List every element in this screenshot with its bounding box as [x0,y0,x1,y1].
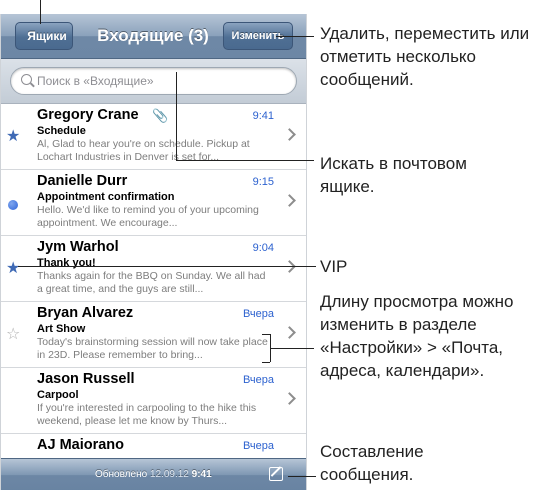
callout-compose: Составление сообщения. [320,442,424,484]
updated-time: 9:41 [191,469,212,480]
message-time: 9:15 [252,176,274,188]
callout-line-compose [288,476,316,477]
vip-star-icon: ★ [6,128,21,145]
chevron-right-icon [283,326,296,339]
message-sender: Bryan Alvarez [37,305,134,321]
attachment-icon: 📎 [152,108,169,123]
callout-edit: Удалить, переместить или отметить нескол… [320,24,530,89]
message-preview: If you're interested in carpooling to th… [37,402,257,427]
message-subject: Carpool [37,389,79,401]
message-subject: Art Show [37,323,86,335]
compose-icon[interactable] [269,467,283,481]
updated-status: Обновлено 12.09.12 9:41 [95,459,212,490]
back-button-label: Ящики [27,29,67,43]
message-time: 9:41 [252,110,274,122]
callout-search: Искать в почтовом ящике. [320,154,467,196]
page-title: Входящие (3) [97,26,209,45]
mailboxes-back-button[interactable]: Ящики [15,22,73,50]
message-row-4[interactable]: Jason Russell Вчера Carpool If you're in… [1,368,306,434]
chevron-right-icon [283,392,296,405]
callout-line-vip [18,266,316,267]
message-sender: AJ Maiorano [37,437,125,453]
message-sender: Jym Warhol [37,239,119,255]
message-preview: Thanks again for the BBQ on Sunday. We a… [37,270,266,295]
message-time: Вчера [242,308,274,320]
chevron-right-icon [283,194,296,207]
message-time: Вчера [242,440,274,452]
search-placeholder: Поиск в «Входящие» [37,74,154,88]
message-preview: Today's brainstorming session will now t… [37,336,268,361]
callout-line-search-h [176,160,314,161]
callout-vip: VIP [320,257,348,276]
callout-line-search-v [176,72,177,160]
message-sender: Jason Russell [37,371,135,387]
unread-dot-icon [8,200,18,210]
message-row-3[interactable]: ☆ Bryan Alvarez Вчера Art Show Today's b… [1,302,306,368]
chevron-right-icon [283,128,296,141]
search-bar: Поиск в «Входящие» [1,59,306,104]
search-input[interactable]: Поиск в «Входящие» [10,67,297,95]
message-preview: Hello. We'd like to remind you of your u… [37,204,259,229]
updated-label: Обновлено [95,469,148,480]
mail-inbox-screen: Ящики Входящие (3) Изменить Поиск в «Вхо… [0,14,307,490]
message-sender: Danielle Durr [37,173,128,189]
bottom-toolbar: Обновлено 12.09.12 9:41 [1,458,306,490]
callout-bracket-bottom [262,362,270,363]
message-sender: Gregory Crane [37,107,139,123]
message-time: 9:04 [252,242,274,254]
message-subject: Thank you! [37,257,96,269]
star-outline-icon[interactable]: ☆ [6,327,20,343]
search-icon [21,74,32,85]
message-time: Вчера [242,374,274,386]
callout-line-preview [270,348,314,349]
callout-line-edit [276,36,314,37]
navigation-bar: Ящики Входящие (3) Изменить [1,14,306,59]
callout-preview-length: Длину просмотра можно изменить в разделе… [320,292,514,380]
updated-date: 12.09.12 [149,469,189,480]
message-row-1[interactable]: Danielle Durr 9:15 Appointment confirmat… [1,170,306,236]
callout-bracket-top [262,334,270,335]
callout-line-back-vertical [40,0,41,24]
message-row-2[interactable]: ★ Jym Warhol 9:04 Thank you! Thanks agai… [1,236,306,302]
vip-star-icon: ★ [6,260,21,277]
message-list: ★ Gregory Crane 📎 9:41 Schedule Al, Glad… [1,104,306,464]
message-subject: Schedule [37,125,86,137]
message-subject: Appointment confirmation [37,191,175,203]
